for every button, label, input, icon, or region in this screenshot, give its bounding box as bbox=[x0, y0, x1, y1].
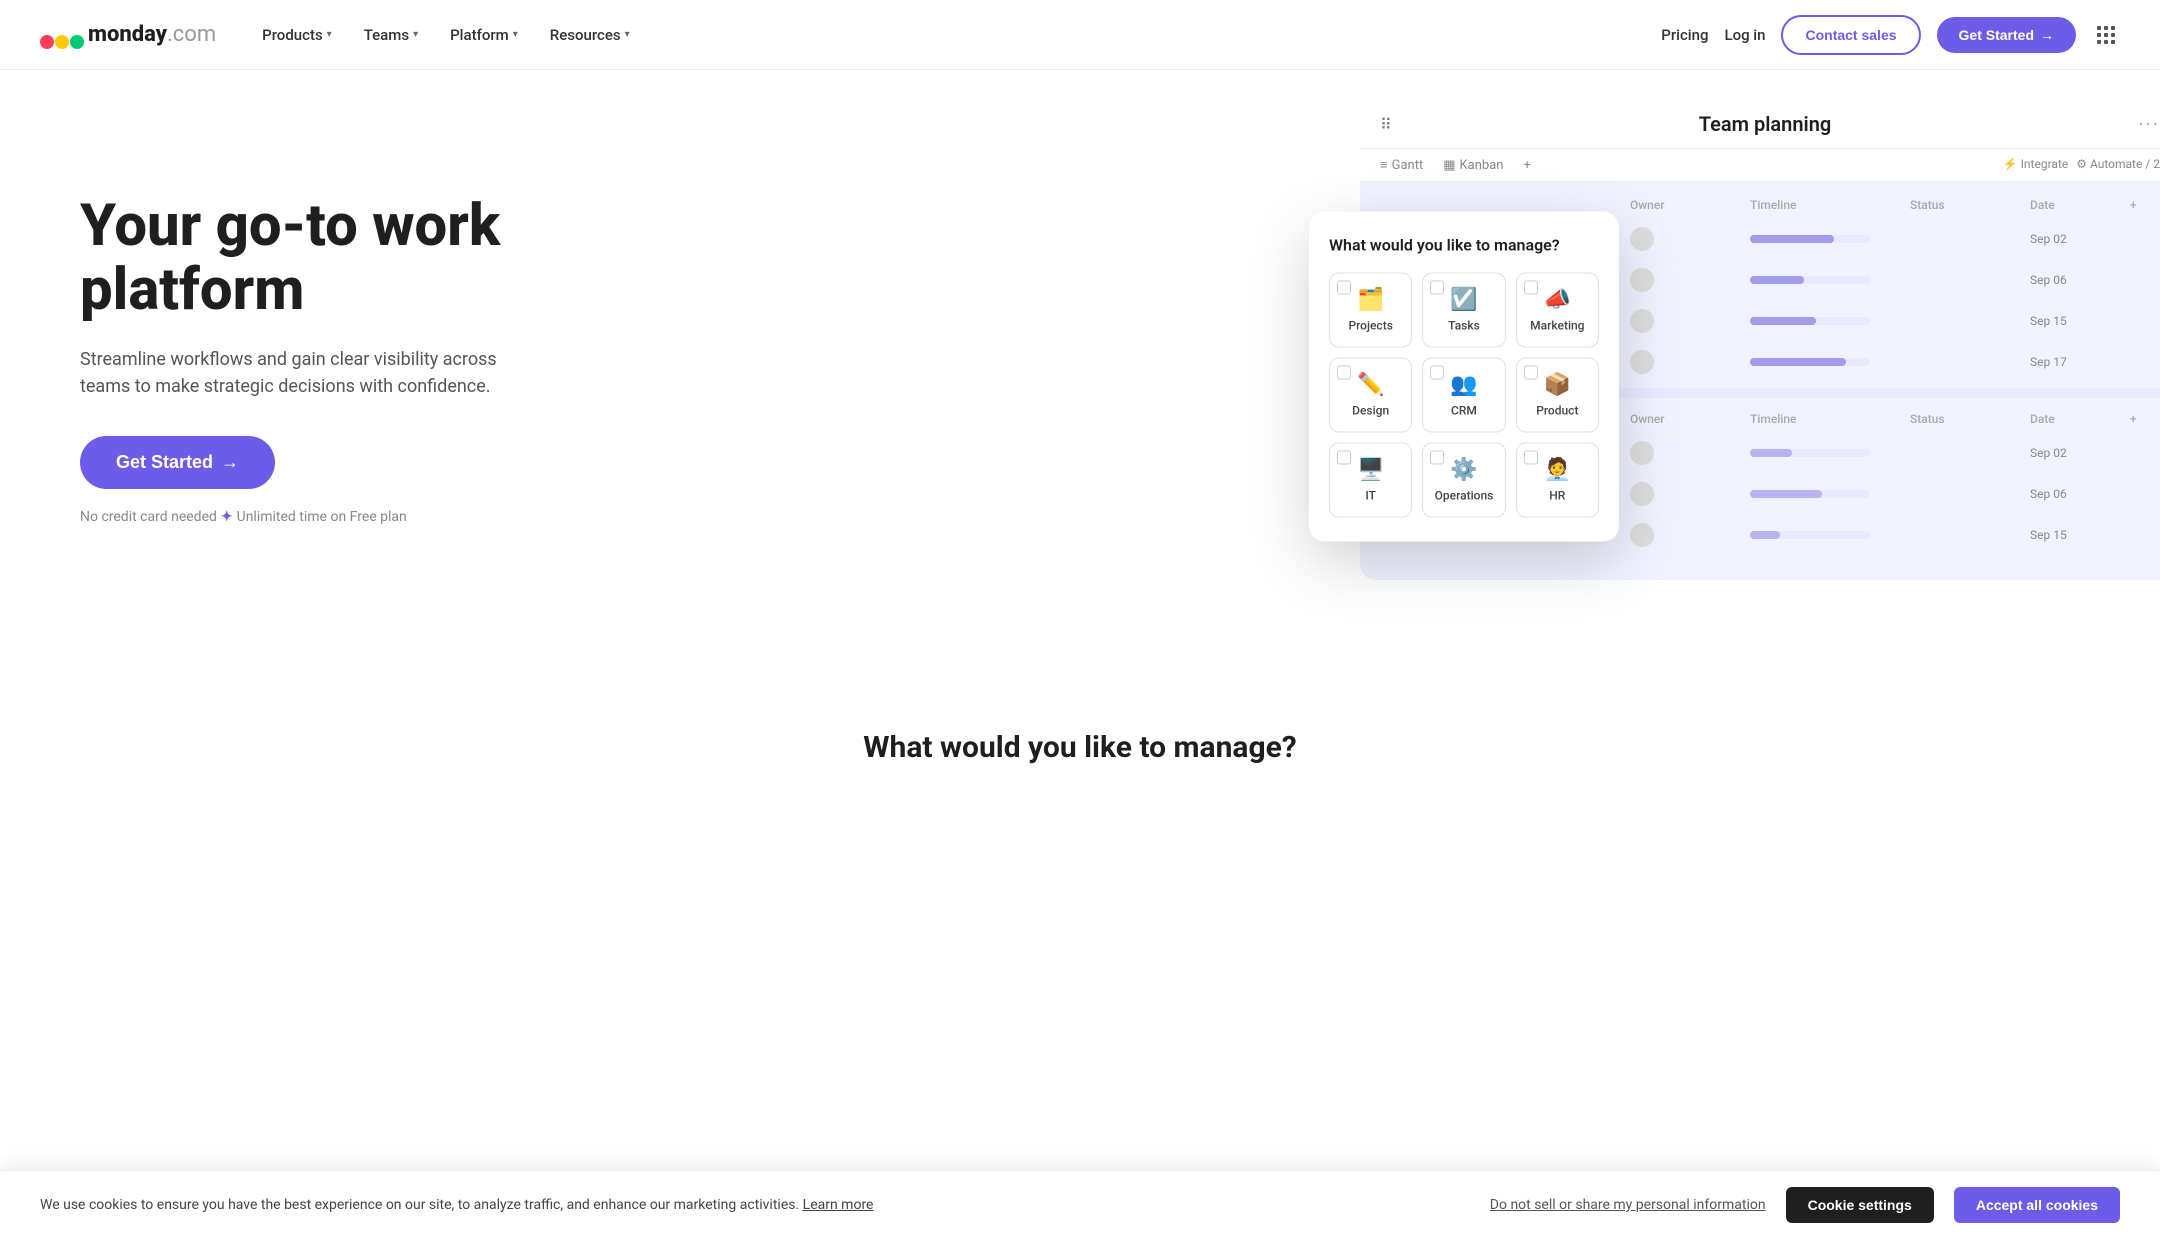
nav-item-resources[interactable]: Resources ▾ bbox=[536, 18, 644, 52]
manage-grid: 🗂️ Projects ☑️ Tasks 📣 Marketing ✏️ De bbox=[1329, 273, 1599, 518]
manage-item-hr[interactable]: 🧑‍💼 HR bbox=[1516, 443, 1599, 518]
manage-item-label: IT bbox=[1365, 489, 1376, 503]
nav-pricing-link[interactable]: Pricing bbox=[1661, 26, 1708, 44]
dashboard-grid-icon: ⠿ bbox=[1380, 115, 1392, 134]
do-not-sell-link[interactable]: Do not sell or share my personal informa… bbox=[1490, 1197, 1766, 1213]
hero-section: Your go-to work platform Streamline work… bbox=[0, 70, 2160, 630]
hero-subtitle: Streamline workflows and gain clear visi… bbox=[80, 346, 500, 400]
dashboard-more-icon[interactable]: ··· bbox=[2138, 112, 2160, 136]
accept-all-cookies-button[interactable]: Accept all cookies bbox=[1954, 1187, 2120, 1223]
integrate-button[interactable]: ⚡ Integrate bbox=[2003, 157, 2068, 173]
checkbox-design[interactable] bbox=[1337, 366, 1351, 380]
checkbox-it[interactable] bbox=[1337, 451, 1351, 465]
chevron-down-icon: ▾ bbox=[413, 29, 418, 40]
design-icon: ✏️ bbox=[1357, 373, 1384, 398]
tab-kanban[interactable]: ▦ Kanban bbox=[1443, 157, 1503, 173]
checkbox-operations[interactable] bbox=[1430, 451, 1444, 465]
gantt-icon: ≡ bbox=[1380, 157, 1388, 173]
dashboard-title: Team planning bbox=[1404, 112, 2127, 136]
learn-more-link[interactable]: Learn more bbox=[803, 1197, 874, 1213]
avatar bbox=[1630, 482, 1654, 506]
avatar bbox=[1630, 523, 1654, 547]
tab-gantt[interactable]: ≡ Gantt bbox=[1380, 157, 1423, 173]
operations-icon: ⚙️ bbox=[1450, 458, 1477, 483]
tab-add[interactable]: + bbox=[1523, 157, 1530, 173]
navbar: monday.com Products ▾ Teams ▾ Platform ▾… bbox=[0, 0, 2160, 70]
manage-item-label: CRM bbox=[1451, 404, 1477, 418]
checkbox-projects[interactable] bbox=[1337, 281, 1351, 295]
nav-right: Pricing Log in Contact sales Get Started… bbox=[1661, 15, 2120, 55]
dashboard-header: ⠿ Team planning ··· bbox=[1360, 100, 2160, 149]
get-started-hero-button[interactable]: Get Started → bbox=[80, 436, 275, 489]
apps-grid-icon[interactable] bbox=[2092, 21, 2120, 49]
section-below: What would you like to manage? bbox=[0, 630, 2160, 865]
checkbox-product[interactable] bbox=[1524, 366, 1538, 380]
avatar bbox=[1630, 227, 1654, 251]
cookie-banner: We use cookies to ensure you have the be… bbox=[0, 1170, 2160, 1239]
logo-link[interactable]: monday.com bbox=[40, 20, 216, 50]
projects-icon: 🗂️ bbox=[1357, 288, 1384, 313]
manage-item-label: Design bbox=[1352, 404, 1389, 418]
checkbox-hr[interactable] bbox=[1524, 451, 1538, 465]
avatar bbox=[1630, 441, 1654, 465]
nav-item-products[interactable]: Products ▾ bbox=[248, 18, 346, 52]
manage-item-label: Marketing bbox=[1530, 319, 1584, 333]
hero-left: Your go-to work platform Streamline work… bbox=[80, 195, 560, 526]
manage-item-product[interactable]: 📦 Product bbox=[1516, 358, 1599, 433]
automate-button[interactable]: ⚙ Automate / 2 bbox=[2076, 157, 2160, 173]
chevron-down-icon: ▾ bbox=[625, 29, 630, 40]
get-started-nav-button[interactable]: Get Started → bbox=[1937, 17, 2076, 53]
manage-item-label: Tasks bbox=[1448, 319, 1480, 333]
section-title: What would you like to manage? bbox=[20, 670, 2140, 785]
avatar bbox=[1630, 309, 1654, 333]
nav-login-link[interactable]: Log in bbox=[1724, 26, 1765, 44]
checkbox-marketing[interactable] bbox=[1524, 281, 1538, 295]
monday-logo-icon bbox=[40, 20, 84, 50]
manage-modal: What would you like to manage? 🗂️ Projec… bbox=[1309, 212, 1619, 542]
manage-item-it[interactable]: 🖥️ IT bbox=[1329, 443, 1412, 518]
manage-item-tasks[interactable]: ☑️ Tasks bbox=[1422, 273, 1505, 348]
avatar bbox=[1630, 268, 1654, 292]
kanban-icon: ▦ bbox=[1443, 158, 1455, 173]
crm-icon: 👥 bbox=[1450, 373, 1477, 398]
manage-item-label: Operations bbox=[1435, 489, 1494, 503]
it-icon: 🖥️ bbox=[1357, 458, 1384, 483]
checkbox-crm[interactable] bbox=[1430, 366, 1444, 380]
manage-item-label: Product bbox=[1536, 404, 1578, 418]
cookie-message: We use cookies to ensure you have the be… bbox=[40, 1195, 1470, 1216]
hero-note: No credit card needed ✦ Unlimited time o… bbox=[80, 509, 560, 525]
manage-item-label: HR bbox=[1549, 489, 1565, 503]
dashboard-tabs: ≡ Gantt ▦ Kanban + ⚡ Integrate ⚙ Automat… bbox=[1360, 149, 2160, 182]
chevron-down-icon: ▾ bbox=[327, 29, 332, 40]
chevron-down-icon: ▾ bbox=[513, 29, 518, 40]
manage-item-operations[interactable]: ⚙️ Operations bbox=[1422, 443, 1505, 518]
manage-item-marketing[interactable]: 📣 Marketing bbox=[1516, 273, 1599, 348]
nav-item-platform[interactable]: Platform ▾ bbox=[436, 18, 532, 52]
hr-icon: 🧑‍💼 bbox=[1544, 458, 1571, 483]
hero-title: Your go-to work platform bbox=[80, 195, 560, 323]
logo-wordmark: monday.com bbox=[88, 22, 216, 47]
manage-item-projects[interactable]: 🗂️ Projects bbox=[1329, 273, 1412, 348]
contact-sales-button[interactable]: Contact sales bbox=[1781, 15, 1920, 55]
marketing-icon: 📣 bbox=[1544, 288, 1571, 313]
product-icon: 📦 bbox=[1544, 373, 1571, 398]
nav-links: Products ▾ Teams ▾ Platform ▾ Resources … bbox=[248, 18, 1661, 52]
dashboard-actions: ⚡ Integrate ⚙ Automate / 2 bbox=[2003, 157, 2160, 173]
nav-item-teams[interactable]: Teams ▾ bbox=[350, 18, 432, 52]
avatar bbox=[1630, 350, 1654, 374]
manage-modal-title: What would you like to manage? bbox=[1329, 236, 1599, 255]
cookie-settings-button[interactable]: Cookie settings bbox=[1786, 1187, 1934, 1223]
checkbox-tasks[interactable] bbox=[1430, 281, 1444, 295]
manage-item-crm[interactable]: 👥 CRM bbox=[1422, 358, 1505, 433]
manage-item-label: Projects bbox=[1348, 319, 1392, 333]
manage-item-design[interactable]: ✏️ Design bbox=[1329, 358, 1412, 433]
tasks-icon: ☑️ bbox=[1450, 288, 1477, 313]
hero-right: ⠿ Team planning ··· ≡ Gantt ▦ Kanban + ⚡… bbox=[560, 130, 2120, 590]
